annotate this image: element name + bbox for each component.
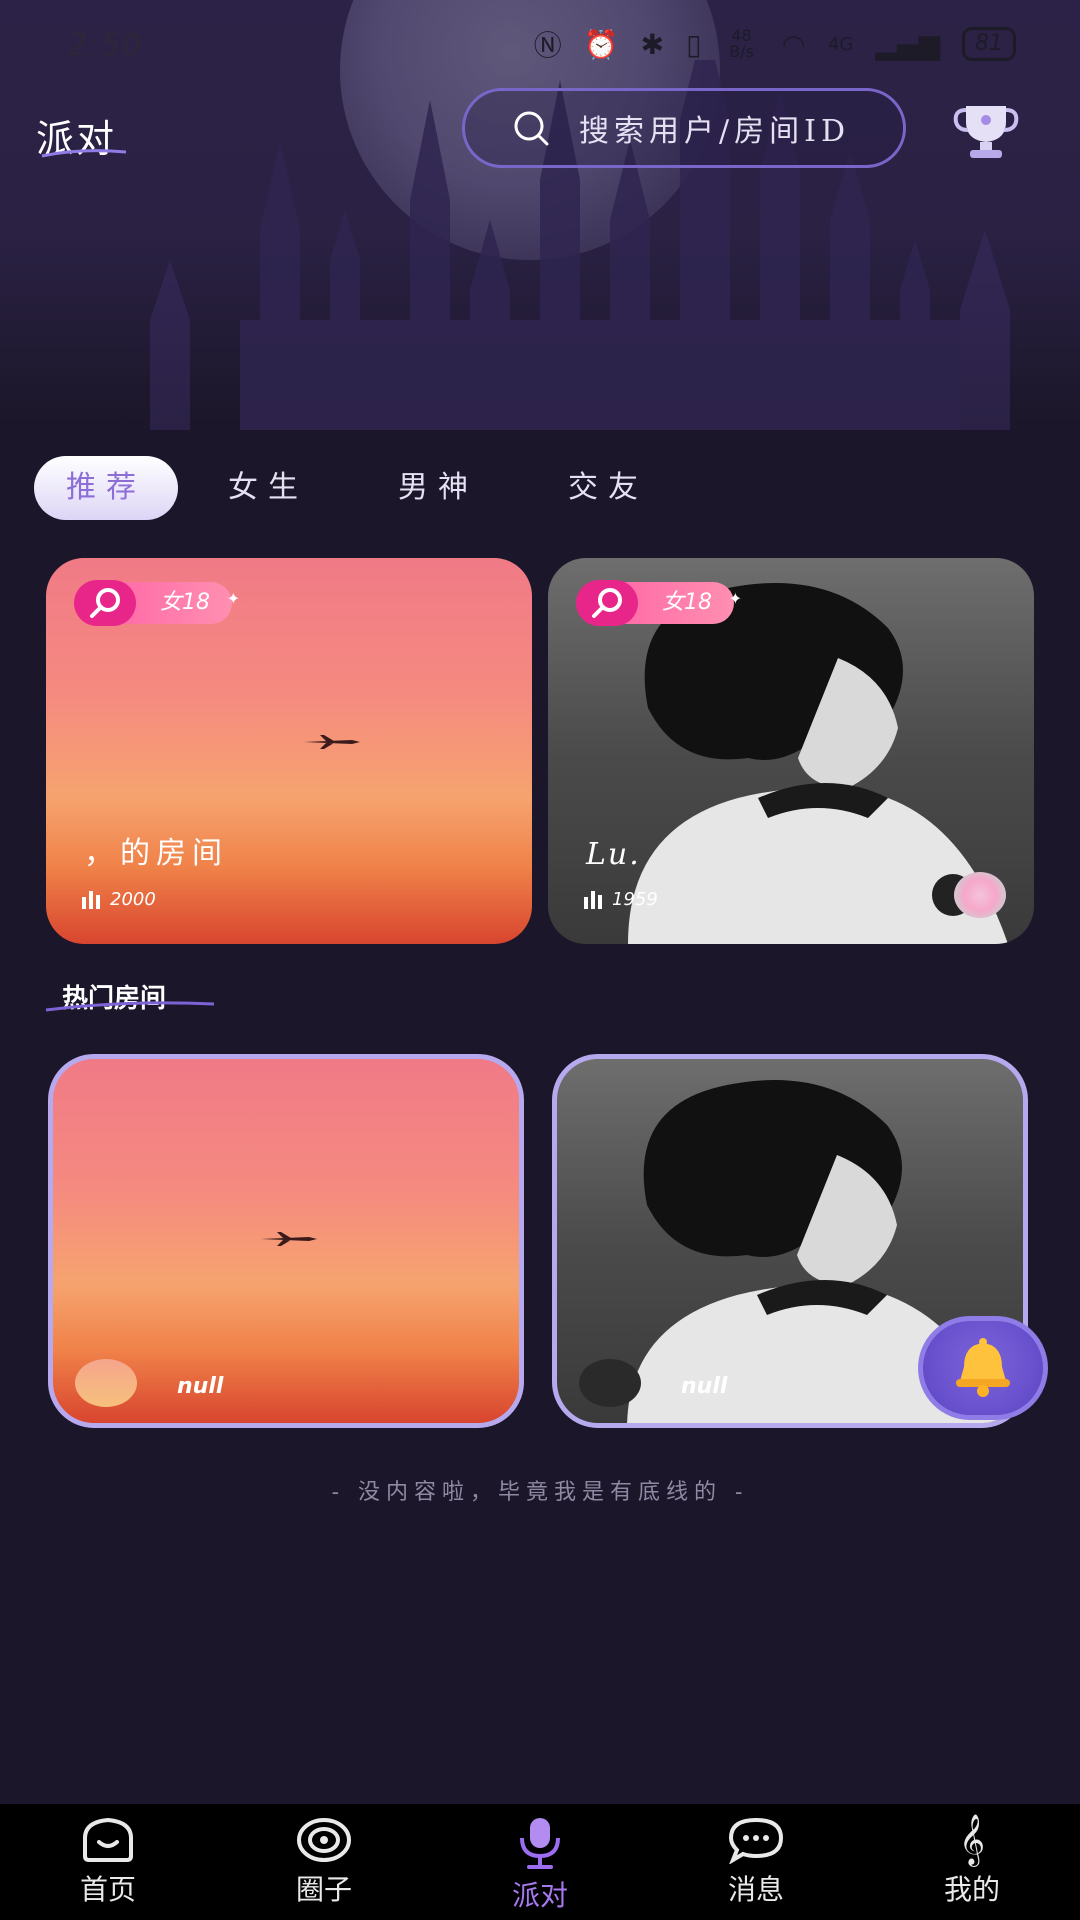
room-count-value: 2000 <box>110 889 156 910</box>
tab-friends[interactable]: 交友 <box>536 456 680 520</box>
nav-party[interactable]: 派对 <box>432 1804 648 1920</box>
hot-room-name: null <box>681 1374 728 1399</box>
nfc-icon: Ⓝ <box>533 29 562 62</box>
signal-label: 4G <box>827 33 854 55</box>
nav-messages[interactable]: 消息 <box>648 1804 864 1920</box>
tag-text: 女18 <box>160 590 210 615</box>
room-count-value: 1959 <box>612 889 658 910</box>
nav-label: 我的 <box>943 1873 1000 1906</box>
room-listener-count: 2000 <box>82 889 156 910</box>
alarm-icon: ⏰ <box>583 27 619 61</box>
vibrate-icon: ▯ <box>686 27 702 61</box>
sparkle-icon: ✦ <box>226 589 240 608</box>
search-bar[interactable]: 搜索用户/房间ID <box>462 88 906 168</box>
trophy-icon[interactable] <box>952 100 1020 160</box>
audio-bars-icon <box>584 890 602 909</box>
search-placeholder: 搜索用户/房间ID <box>579 114 851 149</box>
microphone-icon <box>520 1818 560 1869</box>
status-time: 2:50 <box>68 28 144 63</box>
airplane-silhouette <box>304 735 360 749</box>
end-of-list-text: - 没内容啦，毕竟我是有底线的 - <box>331 1480 749 1505</box>
status-bar: 2:50 Ⓝ ⏰ ✱ ▯ 48 B/s ◠ 4G ▂▄▆ 81 <box>0 0 1080 88</box>
title-underline-decoration <box>41 149 127 158</box>
sparkle-icon: ✦ <box>728 589 742 608</box>
nav-home[interactable]: 首页 <box>0 1804 216 1920</box>
bell-icon <box>956 1338 1010 1397</box>
room-listener-count: 1959 <box>584 889 658 910</box>
battery-indicator: 81 <box>962 27 1016 61</box>
notification-bell-button[interactable] <box>918 1316 1048 1420</box>
avatar <box>75 1359 137 1407</box>
home-icon <box>83 1817 133 1862</box>
hot-room-name: null <box>177 1374 224 1399</box>
gender-age-tag: 女18 ✦ <box>576 580 742 626</box>
category-tabs: 推荐 女生 男神 交友 <box>34 456 680 520</box>
network-speed: 48 B/s <box>729 26 754 61</box>
female-icon <box>576 580 638 626</box>
room-card[interactable]: 女18 ✦ ，的房间 2000 <box>46 558 532 944</box>
tab-male[interactable]: 男神 <box>366 456 510 520</box>
circle-icon <box>297 1818 351 1862</box>
room-name: ，的房间 <box>84 836 228 871</box>
status-icons: Ⓝ ⏰ ✱ ▯ 48 B/s ◠ 4G ▂▄▆ 81 <box>534 24 1016 64</box>
nav-label: 消息 <box>727 1873 784 1906</box>
nav-circle[interactable]: 圈子 <box>216 1804 432 1920</box>
room-card[interactable]: 女18 ✦ Lu. 1959 <box>548 558 1034 944</box>
section-underline-decoration <box>45 1001 215 1012</box>
tab-female[interactable]: 女生 <box>196 456 340 520</box>
female-icon <box>74 580 136 626</box>
tag-text: 女18 <box>662 590 712 615</box>
airplane-silhouette <box>261 1232 317 1246</box>
audio-bars-icon <box>82 890 100 909</box>
tab-recommend[interactable]: 推荐 <box>34 456 178 520</box>
signal-icon: ▂▄▆ <box>875 27 940 61</box>
search-icon <box>514 111 549 146</box>
nav-label: 圈子 <box>295 1873 352 1906</box>
avatar <box>579 1359 641 1407</box>
gender-age-tag: 女18 ✦ <box>74 580 240 626</box>
nav-label: 首页 <box>79 1873 136 1906</box>
nav-label: 派对 <box>511 1879 568 1912</box>
nav-mine[interactable]: 𝄞 我的 <box>864 1804 1080 1920</box>
room-name: Lu. <box>586 837 641 872</box>
bottom-navigation: 首页 圈子 派对 消息 𝄞 我的 <box>0 1804 1080 1920</box>
music-note-icon: 𝄞 <box>958 1814 985 1865</box>
wifi-icon: ◠ <box>781 27 806 61</box>
hot-room-card[interactable]: null <box>48 1054 524 1428</box>
message-icon <box>728 1817 784 1864</box>
gift-orb-icon[interactable] <box>954 872 1006 918</box>
bluetooth-icon: ✱ <box>640 27 665 61</box>
